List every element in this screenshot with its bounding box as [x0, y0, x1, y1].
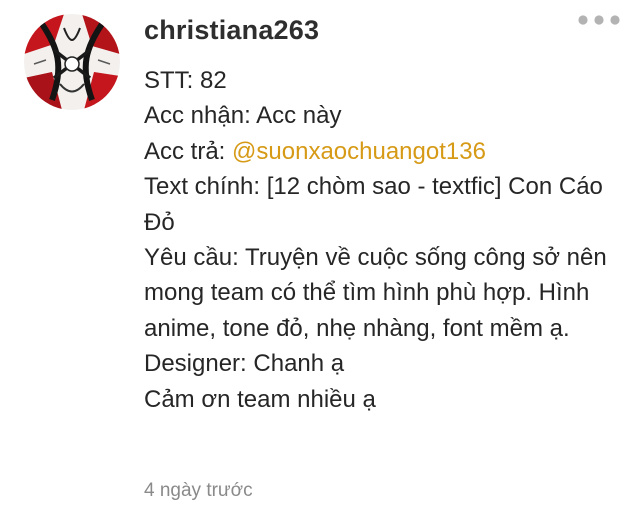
- line-acc-receive: Acc nhận: Acc này: [144, 102, 342, 130]
- more-dots-icon: [578, 15, 620, 25]
- line-request: Yêu cầu: Truyện về cuộc sống công sở nên…: [144, 244, 607, 342]
- line-thanks: Cảm ơn team nhiều ạ: [144, 385, 376, 413]
- line-acc-pay: Acc trả: @suonxaochuangot136: [144, 134, 614, 169]
- line-main-text: Text chính: [12 chòm sao - textfic] Con …: [144, 173, 603, 236]
- more-options-button[interactable]: [574, 6, 624, 34]
- comment-body: STT: 82 Acc nhận: Acc này Acc trả: @suon…: [144, 63, 614, 417]
- line-designer: Designer: Chanh ạ: [144, 350, 345, 378]
- user-avatar-icon: [24, 14, 120, 110]
- acc-pay-label: Acc trả:: [144, 137, 233, 165]
- comment-card: christiana263 STT: 82 Acc nhận: Acc này …: [0, 0, 640, 513]
- username[interactable]: christiana263: [144, 10, 319, 50]
- timestamp: 4 ngày trước: [144, 480, 253, 501]
- line-stt: STT: 82: [144, 67, 227, 94]
- avatar[interactable]: [24, 14, 120, 110]
- mention-link[interactable]: @suonxaochuangot136: [232, 138, 486, 165]
